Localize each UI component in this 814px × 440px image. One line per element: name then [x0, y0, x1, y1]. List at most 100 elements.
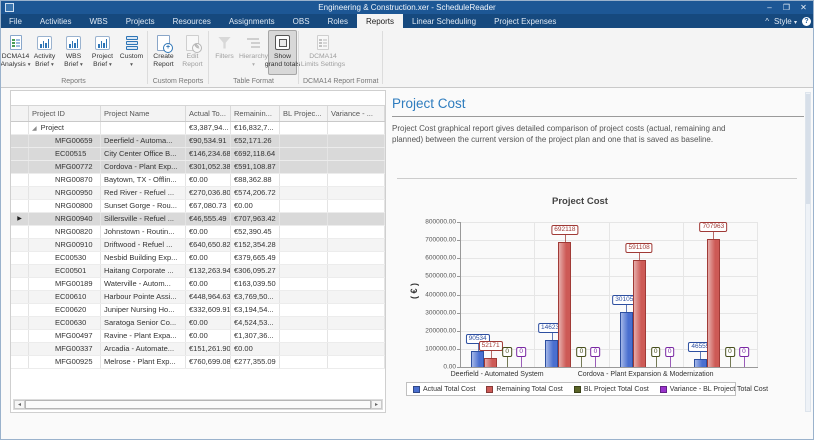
column-header-5[interactable]: Variance - ... — [328, 106, 385, 121]
table-row[interactable]: MFG00925Melrose - Plant Exp...€760,699.0… — [11, 356, 385, 369]
custom-button[interactable]: Custom ▾ — [117, 30, 146, 75]
bar-value-label: 0 — [665, 347, 675, 357]
style-menu[interactable]: Style ▾ — [774, 17, 797, 26]
y-tick-label: 300000.00 — [416, 309, 456, 316]
row-indicator — [11, 265, 29, 277]
restore-button[interactable]: ❐ — [778, 0, 795, 14]
label-leader-line — [670, 357, 671, 367]
table-row[interactable]: EC00530Nesbid Building Exp...€0.00€379,6… — [11, 252, 385, 265]
tab-linear-scheduling[interactable]: Linear Scheduling — [403, 14, 485, 28]
ribbon: DCMA14Analysis ▾ActivityBrief ▾WBSBrief … — [0, 28, 814, 88]
horizontal-scrollbar[interactable]: ◂ ▸ — [13, 399, 383, 410]
label-leader-line — [521, 357, 522, 367]
column-header-2[interactable]: Actual To... — [186, 106, 231, 121]
bar-chart-icon — [95, 36, 110, 50]
activity-brief-button[interactable]: ActivityBrief ▾ — [30, 30, 59, 75]
tab-file[interactable]: File — [0, 14, 31, 28]
close-button[interactable]: ✕ — [795, 0, 812, 14]
project-brief-button[interactable]: ProjectBrief ▾ — [88, 30, 117, 75]
gridline — [683, 222, 684, 367]
scroll-left-icon[interactable]: ◂ — [14, 400, 25, 409]
help-icon[interactable]: ? — [802, 17, 811, 26]
tab-obs[interactable]: OBS — [284, 14, 319, 28]
row-indicator — [11, 200, 29, 212]
table-group-row[interactable]: ◢Project€3,387,94...€16,832,7... — [11, 122, 385, 135]
collapse-ribbon-icon[interactable]: ^ — [765, 17, 769, 26]
table-row[interactable]: MFG00497Ravine - Plant Expa...€0.00€1,30… — [11, 330, 385, 343]
column-header-3[interactable]: Remainin... — [231, 106, 280, 121]
bar-chart-icon — [37, 36, 52, 50]
tab-activities[interactable]: Activities — [31, 14, 81, 28]
tab-project-expenses[interactable]: Project Expenses — [485, 14, 565, 28]
table-row[interactable]: EC00515City Center Office B...€146,234.6… — [11, 148, 385, 161]
row-indicator — [11, 356, 29, 368]
vertical-scrollbar[interactable] — [805, 92, 811, 412]
tab-wbs[interactable]: WBS — [80, 14, 116, 28]
label-leader-line — [552, 333, 553, 340]
legend-label: BL Project Total Cost — [584, 386, 649, 393]
table-row[interactable]: NRG00950Red River - Refuel ...€270,036.8… — [11, 187, 385, 200]
legend-label: Remaining Total Cost — [496, 386, 562, 393]
chart-bar — [471, 351, 484, 367]
x-axis-label: Cordova - Plant Expansion & Modernizatio… — [578, 371, 714, 378]
table-row[interactable]: NRG00870Baytown, TX - Offlin...€0.00€88,… — [11, 174, 385, 187]
chevron-down-icon: ▾ — [51, 62, 54, 68]
bar-value-label: 0 — [591, 347, 601, 357]
table-row[interactable]: MFG00659Deerfield - Automa...€90,534.91€… — [11, 135, 385, 148]
table-row[interactable]: NRG00820Johnstown - Routin...€0.00€52,39… — [11, 226, 385, 239]
filters-button: Filters — [210, 30, 239, 75]
tab-reports[interactable]: Reports — [357, 14, 403, 28]
scroll-right-icon[interactable]: ▸ — [371, 400, 382, 409]
tab-roles[interactable]: Roles — [319, 14, 357, 28]
table-row[interactable]: MFG00337Arcadia - Automate...€151,261.90… — [11, 343, 385, 356]
row-indicator — [11, 343, 29, 355]
row-indicator — [11, 252, 29, 264]
ribbon-group-label: Custom Reports — [149, 76, 207, 87]
label-leader-line — [730, 357, 731, 367]
table-row[interactable]: EC00610Harbour Pointe Assi...€448,964.63… — [11, 291, 385, 304]
menubar-right: ^ Style ▾ ? — [765, 14, 811, 28]
show-grand-totals-button[interactable]: Showgrand totals — [268, 30, 297, 75]
projects-grid: Project IDProject NameActual To...Remain… — [11, 105, 385, 369]
create-report-button[interactable]: +CreateReport — [149, 30, 178, 75]
label-leader-line — [581, 357, 582, 367]
table-row[interactable]: ▶NRG00940Sillersville - Refuel ...€46,55… — [11, 213, 385, 226]
y-tick-label: 700000.00 — [416, 237, 456, 244]
tab-resources[interactable]: Resources — [164, 14, 220, 28]
report-divider — [397, 178, 797, 179]
row-indicator: ▶ — [11, 213, 29, 225]
y-tick-label: 400000.00 — [416, 291, 456, 298]
column-header-1[interactable]: Project Name — [101, 106, 186, 121]
tab-projects[interactable]: Projects — [117, 14, 164, 28]
table-row[interactable]: NRG00910Driftwood - Refuel ...€640,650.8… — [11, 239, 385, 252]
wbs-brief-button[interactable]: WBSBrief ▾ — [59, 30, 88, 75]
y-tick-label: 500000.00 — [416, 273, 456, 280]
legend-swatch — [574, 386, 581, 393]
row-indicator — [11, 239, 29, 251]
ribbon-group-label: Table Format — [210, 76, 297, 87]
label-leader-line — [565, 235, 566, 242]
y-axis-line — [460, 222, 461, 367]
bar-value-label: 707963 — [700, 222, 728, 232]
table-row[interactable]: MFG00189Waterville - Autom...€0.00€163,0… — [11, 278, 385, 291]
table-row[interactable]: EC00630Saratoga Senior Co...€0.00€4,524,… — [11, 317, 385, 330]
expand-collapse-icon[interactable]: ◢ — [32, 126, 37, 132]
report-description: Project Cost graphical report gives deta… — [392, 124, 744, 146]
y-tick-label: 200000.00 — [416, 327, 456, 334]
y-tick-label: 0.00 — [416, 364, 456, 371]
dcma14-limits-settings-button: DCMA14Limits Settings — [300, 30, 346, 75]
table-row[interactable]: NRG00800Sunset Gorge - Rou...€67,080.73€… — [11, 200, 385, 213]
table-row[interactable]: EC00620Juniper Nursing Ho...€332,609.91€… — [11, 304, 385, 317]
bar-value-label: 0 — [739, 347, 749, 357]
minimize-button[interactable]: – — [761, 0, 778, 14]
table-row[interactable]: EC00501Haitang Corporate ...€132,263.94€… — [11, 265, 385, 278]
column-header-4[interactable]: BL Projec... — [280, 106, 328, 121]
scrollbar-thumb[interactable] — [25, 400, 371, 409]
ribbon-group-label: Reports — [1, 76, 146, 87]
tab-assignments[interactable]: Assignments — [220, 14, 284, 28]
bar-value-label: 0 — [651, 347, 661, 357]
chart-title: Project Cost — [400, 196, 760, 207]
column-header-0[interactable]: Project ID — [29, 106, 101, 121]
dcma14-analysis-button[interactable]: DCMA14Analysis ▾ — [1, 30, 30, 75]
table-row[interactable]: MFG00772Cordova - Plant Exp...€301,052.3… — [11, 161, 385, 174]
